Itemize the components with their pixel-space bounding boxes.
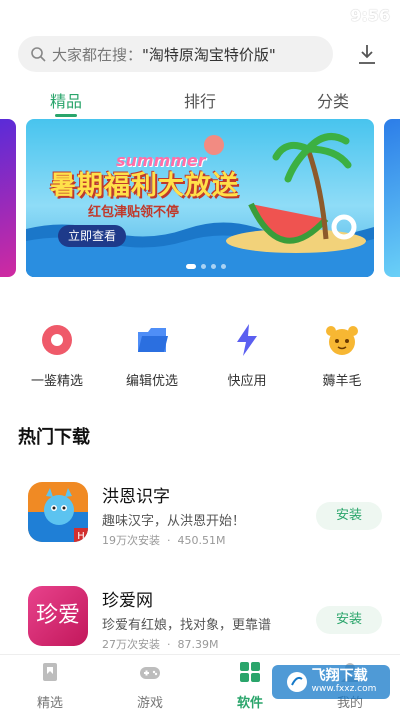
grid-apps-icon xyxy=(240,662,260,682)
tab-category[interactable]: 分类 xyxy=(293,88,373,112)
app-list-item[interactable]: H 洪恩识字 趣味汉字，从洪恩开始！ 19万次安装 · 450.51M 安装 xyxy=(0,482,400,552)
banner-view-button[interactable]: 立即查看 xyxy=(58,225,127,247)
banner-title: 暑期福利大放送 xyxy=(50,171,240,201)
app-description: 珍爱有红娘，找对象，更靠谱 xyxy=(102,618,272,633)
app-meta: 19万次安装 · 450.51M xyxy=(102,534,226,547)
quick-link-label: 快应用 xyxy=(227,374,267,389)
app-size: 87.39M xyxy=(177,638,219,651)
quick-link-label: 编辑优选 xyxy=(125,374,178,389)
nav-label: 精选 xyxy=(36,696,63,711)
carousel-dot xyxy=(211,264,216,269)
quick-link-quickapp[interactable]: 快应用 xyxy=(207,322,287,389)
folder-icon xyxy=(138,328,168,352)
banner-carousel[interactable]: summmer 暑期福利大放送 红包津贴领不停 立即查看 xyxy=(0,119,400,277)
quick-link-label: 薅羊毛 xyxy=(322,374,362,389)
app-icon-hongen: H xyxy=(28,482,88,542)
search-row: 大家都在搜："淘特原淘宝特价版" xyxy=(0,34,400,74)
sheep-icon xyxy=(326,326,358,355)
search-icon xyxy=(31,47,46,62)
banner-card[interactable]: summmer 暑期福利大放送 红包津贴领不停 立即查看 xyxy=(26,119,374,277)
nav-item-featured[interactable]: 精选 xyxy=(10,661,90,711)
quick-link-editor[interactable]: 编辑优选 xyxy=(112,322,192,389)
tab-ranking[interactable]: 排行 xyxy=(160,88,240,112)
watermark-icon xyxy=(286,672,307,692)
tab-featured[interactable]: 精品 xyxy=(26,88,106,112)
svg-text:H: H xyxy=(77,531,85,542)
quick-link-deals[interactable]: 薅羊毛 xyxy=(302,322,382,389)
app-installs: 19万次安装 xyxy=(102,534,160,547)
section-title-hot-downloads: 热门下载 xyxy=(18,427,90,448)
status-icons: 9:56 xyxy=(280,0,400,30)
search-placeholder: 大家都在搜："淘特原淘宝特价版" xyxy=(52,44,276,65)
nav-item-games[interactable]: 游戏 xyxy=(110,661,190,711)
carousel-dots xyxy=(186,264,226,269)
app-name: 珍爱网 xyxy=(102,591,153,611)
status-bar: 9:56 xyxy=(0,0,400,30)
banner-next-card[interactable] xyxy=(384,119,400,277)
banner-subtitle: 红包津贴领不停 xyxy=(88,205,180,220)
app-list-item[interactable]: 珍爱 珍爱网 珍爱有红娘，找对象，更靠谱 27万次安装 · 87.39M 安装 xyxy=(0,586,400,656)
lightning-icon xyxy=(237,324,257,356)
carousel-dot xyxy=(201,264,206,269)
top-tabs: 精品 排行 分类 xyxy=(0,84,400,122)
quick-link-label: 一鉴精选 xyxy=(30,374,83,389)
search-input[interactable]: 大家都在搜："淘特原淘宝特价版" xyxy=(18,36,333,72)
install-button[interactable]: 安装 xyxy=(316,606,382,634)
gamepad-icon xyxy=(140,667,160,679)
carousel-dot xyxy=(186,264,196,269)
tab-indicator xyxy=(55,114,77,117)
app-name: 洪恩识字 xyxy=(102,487,170,507)
app-size: 450.51M xyxy=(177,534,226,547)
install-button[interactable]: 安装 xyxy=(316,502,382,530)
battery-icon xyxy=(333,7,342,22)
app-installs: 27万次安装 xyxy=(102,638,160,651)
app-icon-text: 珍爱 xyxy=(35,603,80,628)
banner-prev-card[interactable] xyxy=(0,119,16,277)
search-query: "淘特原淘宝特价版" xyxy=(142,45,276,64)
bottom-nav: 精选 游戏 软件 我的 飞翔下载 www.fxxz.com xyxy=(0,654,400,711)
watermark-domain: www.fxxz.com xyxy=(311,683,377,694)
carousel-dot xyxy=(221,264,226,269)
target-icon xyxy=(42,325,72,355)
watermark-logo: 飞翔下载 www.fxxz.com xyxy=(272,665,390,699)
nav-label: 游戏 xyxy=(136,696,163,711)
quick-links: 一鉴精选 编辑优选 快应用 薅羊毛 xyxy=(0,322,400,389)
status-time: 9:56 xyxy=(350,5,390,25)
bookmark-icon xyxy=(43,663,57,681)
app-icon-zhenai: 珍爱 xyxy=(28,586,88,646)
watermark-text: 飞翔下载 xyxy=(311,668,368,685)
wifi-icon xyxy=(285,9,302,21)
signal-icon xyxy=(311,9,324,21)
search-prefix: 大家都在搜： xyxy=(52,45,143,64)
app-description: 趣味汉字，从洪恩开始！ xyxy=(102,514,246,529)
download-icon[interactable] xyxy=(356,42,378,66)
app-meta: 27万次安装 · 87.39M xyxy=(102,638,219,651)
quick-link-curated[interactable]: 一鉴精选 xyxy=(17,322,97,389)
